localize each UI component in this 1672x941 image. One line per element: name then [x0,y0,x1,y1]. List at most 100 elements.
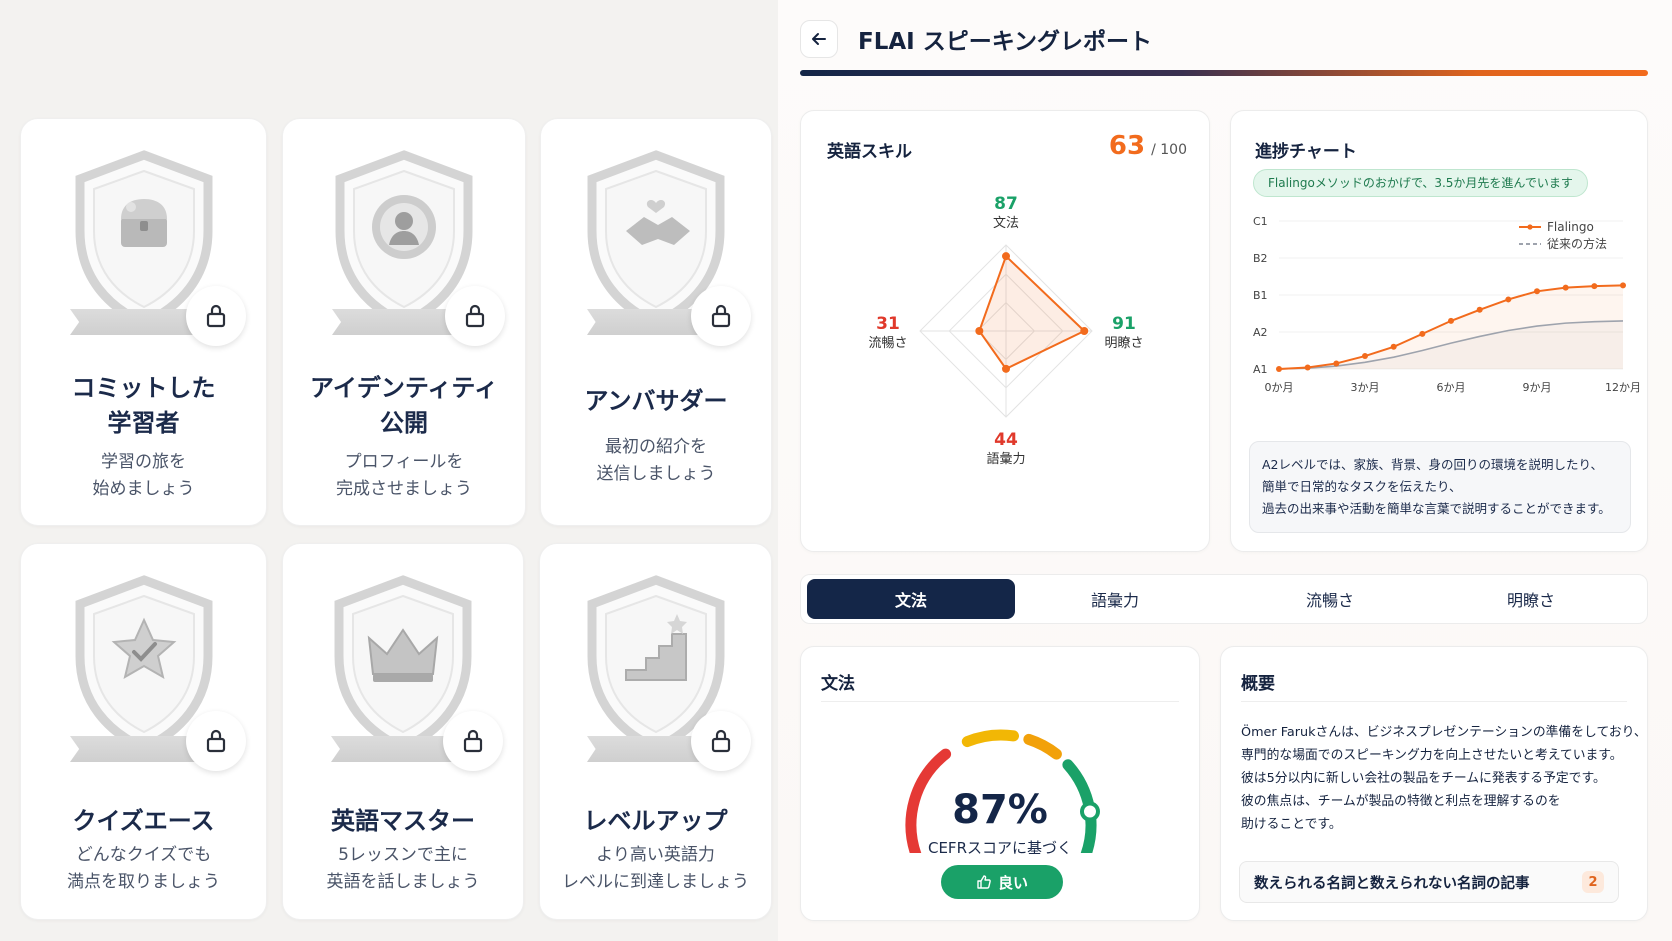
summary-line: 彼は5分以内に新しい会社の製品をチームに発表する予定です。 [1241,771,1606,786]
badge-description: どんなクイズでも 満点を取りましょう [21,842,266,896]
lock-icon [186,711,246,771]
badge-description: 5レッスンで主に 英語を話しましょう [283,842,523,896]
radar-label: 文法 [993,216,1019,231]
summary-line: 専門的な場面でのスピーキング力を向上させたいと考えています。 [1241,748,1623,763]
skills-card: 英語スキル 63 / 100 87 文法 91 明瞭さ 44 語彙力 31 流暢さ [800,110,1210,552]
radar-point [1002,252,1010,261]
radar-value: 91 [1112,314,1136,334]
x-tick-label: 9か月 [1523,381,1552,394]
data-point [1419,330,1426,337]
score-max: / 100 [1151,142,1187,158]
progress-desc-line: A2レベルでは、家族、背景、身の回りの環境を説明したり、 [1262,457,1604,472]
data-point [1476,306,1483,313]
progress-line-chart: A1 A2 B1 B2 C1 0か月 3か月 6か月 9か月 12か月 Flalingo 従来の方法 [1253,215,1641,394]
grammar-title: 文法 [821,674,855,694]
badge-description: より高い英語力 レベルに到達しましょう [540,842,771,896]
radar-point [1002,364,1010,373]
back-button[interactable] [800,20,838,58]
skill-tabs: 文法 語彙力 流暢さ 明瞭さ [800,574,1648,624]
tab-fluency[interactable]: 流暢さ [1225,579,1435,619]
x-tick-label: 3か月 [1351,381,1380,394]
grammar-basis: CEFRスコアに基づく [927,839,1072,857]
header-accent-bar [800,70,1648,76]
summary-line: 助けることです。 [1241,817,1342,832]
summary-item-count: 2 [1582,871,1604,893]
badge-card[interactable]: クイズエース どんなクイズでも 満点を取りましょう [20,543,267,920]
badge-card[interactable]: コミットした 学習者 学習の旅を 始めましょう [20,118,267,526]
radar-label: 語彙力 [986,451,1025,467]
divider [821,701,1179,702]
badge-title: アンバサダー [541,384,771,419]
badge-card[interactable]: レベルアップ より高い英語力 レベルに到達しましょう [539,543,772,920]
summary-item-label: 数えられる名詞と数えられない名詞の記事 [1254,875,1530,892]
badge-title: レベルアップ [540,804,771,839]
y-tick-label: A2 [1253,326,1268,339]
tab-grammar[interactable]: 文法 [807,579,1015,619]
grammar-card: 文法 87% CEFRスコアに基づく 良い [800,646,1200,921]
grammar-percent: 87% [952,787,1048,833]
rating-label: 良い [997,873,1028,892]
summary-line: Ömer Farukさんは、ビジネスプレゼンテーションの準備をしており、 [1241,725,1647,740]
radar-value: 44 [994,430,1018,450]
badge-desc-line: 完成させましょう [336,479,472,499]
report-panel: FLAI スピーキングレポート 英語スキル 63 / 100 87 文法 91 明瞭さ… [778,0,1672,941]
radar-value: 31 [876,314,900,334]
data-point [1448,317,1454,324]
badge-title-line: コミットした [71,374,216,402]
skills-title: 英語スキル [827,142,912,162]
legend-dot [1527,224,1533,230]
badge-desc-line: レベルに到達しましょう [562,872,749,892]
data-point [1362,353,1368,360]
badge-title: アイデンティティ 公開 [283,371,525,441]
badge-card[interactable]: 英語マスター 5レッスンで主に 英語を話しましょう [282,543,524,920]
lock-icon [445,286,505,346]
x-tick-label: 0か月 [1265,381,1294,394]
badge-description: 学習の旅を 始めましょう [21,449,266,503]
progress-desc-line: 簡単で日常的なタスクを伝えたり、 [1262,479,1462,494]
badge-card[interactable]: アイデンティティ 公開 プロフィールを 完成させましょう [282,118,526,526]
y-tick-label: C1 [1253,215,1268,228]
badge-title-line: 英語マスター [331,807,475,835]
radar-point [975,327,984,335]
gauge-segment-upper [1023,733,1062,760]
y-tick-label: A1 [1253,363,1268,376]
data-point [1276,366,1282,372]
data-point [1591,283,1598,290]
summary-text: Ömer Farukさんは、ビジネスプレゼンテーションの準備をしており、 専門的… [1241,721,1647,836]
divider [1241,701,1627,702]
lock-icon [186,286,246,346]
rating-badge[interactable]: 良い [941,865,1063,899]
thumbs-up-icon [977,875,991,889]
tab-clarity[interactable]: 明瞭さ [1431,579,1631,619]
page-title: FLAI スピーキングレポート [858,29,1153,55]
tab-vocabulary[interactable]: 語彙力 [1015,579,1215,619]
badge-title: 英語マスター [283,804,523,839]
summary-item[interactable]: 数えられる名詞と数えられない名詞の記事 2 [1239,861,1619,903]
x-tick-label: 6か月 [1437,381,1466,394]
profile-medal-icon [372,195,436,259]
badge-desc-line: プロフィールを [344,452,464,472]
badge-title-line: クイズエース [72,807,215,835]
badge-desc-line: より高い英語力 [596,845,715,865]
progress-card: 進捗チャート Flalingoメソッドのおかげで、3.5か月先を進んでいます A… [1230,110,1648,552]
data-point [1390,343,1397,350]
data-point [1534,288,1540,295]
lock-icon [691,286,751,346]
lock-icon [443,711,503,771]
badge-title-line: アンバサダー [584,387,728,415]
legend-label: 従来の方法 [1547,236,1607,251]
radar-point [1080,327,1089,335]
badge-card[interactable]: アンバサダー 最初の紹介を 送信しましょう [540,118,772,526]
legend-label: Flalingo [1547,220,1594,234]
summary-line: 彼の焦点は、チームが製品の特徴と利点を理解するのを [1241,794,1561,809]
skills-score: 63 / 100 [1109,131,1187,161]
progress-description: A2レベルでは、家族、背景、身の回りの環境を説明したり、 簡単で日常的なタスクを… [1249,441,1631,533]
lock-icon [691,711,751,771]
summary-card: 概要 Ömer Farukさんは、ビジネスプレゼンテーションの準備をしており、 … [1220,646,1648,921]
arrow-left-icon [812,33,826,45]
badge-desc-line: 満点を取りましょう [67,872,220,892]
y-tick-label: B2 [1253,252,1268,265]
badges-panel: コミットした 学習者 学習の旅を 始めましょう アイデンティティ 公開 プロフィ… [0,0,778,941]
data-point [1333,360,1340,367]
x-tick-label: 12か月 [1605,381,1641,394]
